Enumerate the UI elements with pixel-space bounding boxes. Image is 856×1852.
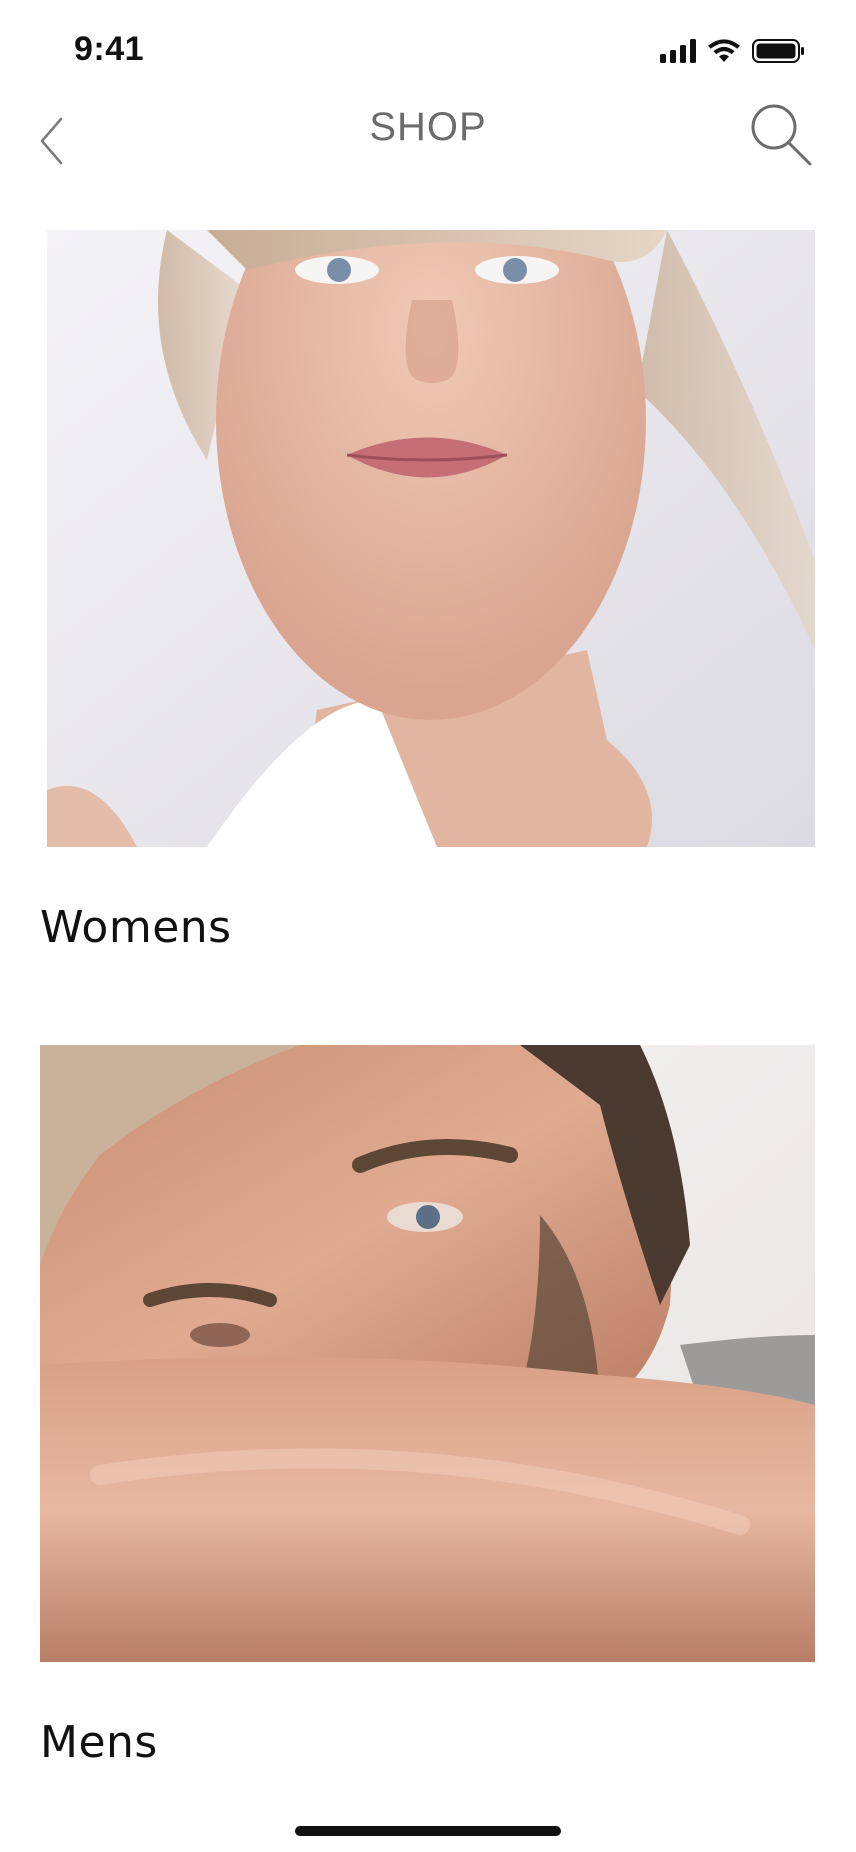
status-time: 9:41 <box>74 30 145 68</box>
status-icons <box>660 38 806 64</box>
portrait-woman-photo <box>47 230 815 847</box>
search-button[interactable] <box>746 99 816 169</box>
category-label-womens[interactable]: Womens <box>40 902 232 953</box>
mens-image[interactable] <box>40 1045 815 1662</box>
battery-icon <box>752 39 804 63</box>
category-label-mens[interactable]: Mens <box>40 1717 158 1768</box>
page-title: SHOP <box>369 105 487 149</box>
category-card-womens[interactable]: Womens <box>0 230 856 970</box>
womens-image[interactable] <box>47 230 815 847</box>
navigation-bar: SHOP <box>0 95 856 185</box>
wifi-icon <box>708 39 740 62</box>
status-bar: 9:41 <box>0 0 856 100</box>
category-card-mens[interactable]: Mens <box>0 1045 856 1785</box>
portrait-man-photo <box>40 1045 815 1662</box>
cellular-signal-icon <box>660 39 696 63</box>
search-icon <box>751 104 812 166</box>
home-indicator[interactable] <box>295 1826 561 1836</box>
